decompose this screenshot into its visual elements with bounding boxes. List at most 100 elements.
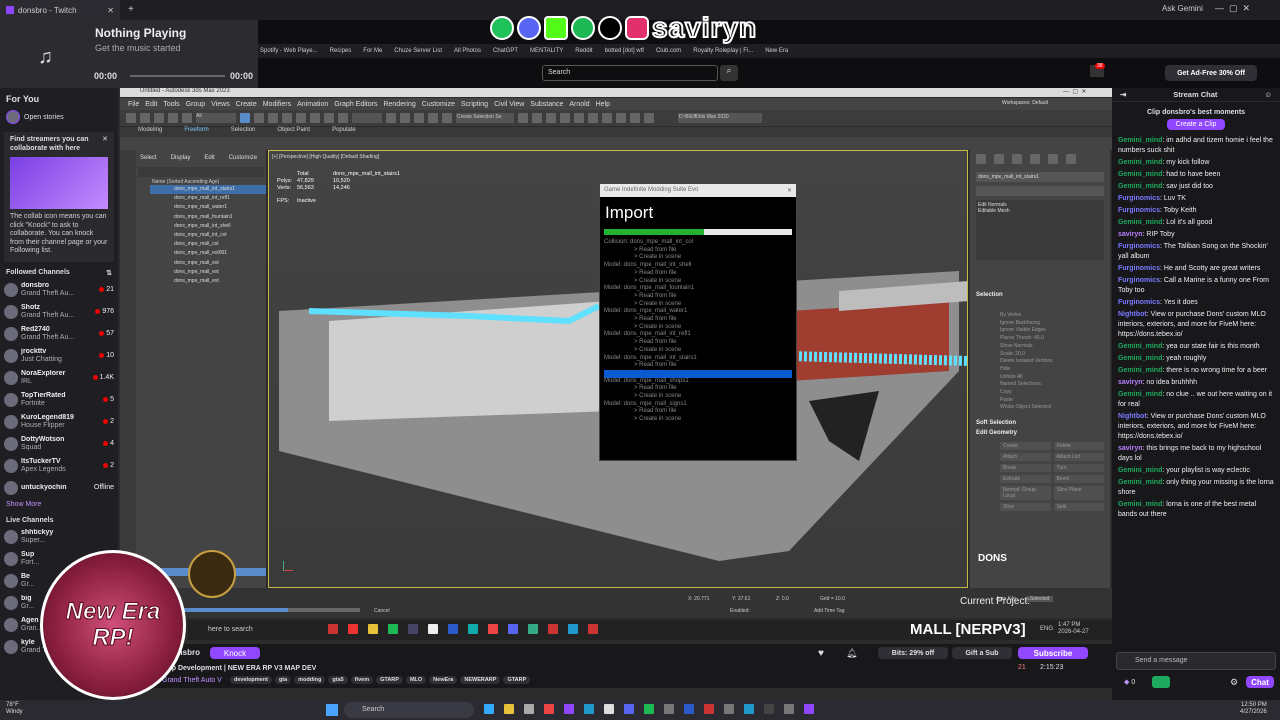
app-icon[interactable] xyxy=(604,704,614,714)
chat-username[interactable]: Gemini_mind xyxy=(1118,183,1162,190)
chat-username[interactable]: Furginomics xyxy=(1118,207,1160,214)
weather-widget[interactable]: 78°F Windy xyxy=(6,702,23,716)
chat-username[interactable]: Gemini_mind xyxy=(1118,355,1162,362)
selection-option[interactable]: Paste xyxy=(1000,397,1104,405)
app-icon[interactable] xyxy=(528,624,538,634)
bookmark[interactable]: ChatGPT xyxy=(493,48,518,54)
scene-menu-item[interactable]: Select xyxy=(140,155,157,161)
chat-username[interactable]: saviryn xyxy=(1118,379,1143,386)
stream-tag[interactable]: NewEra xyxy=(429,676,458,684)
scene-tree-item[interactable]: dons_mpe_mall_int_refl1 xyxy=(150,194,266,203)
sort-icon[interactable]: ⇅ xyxy=(106,269,112,277)
create-clip-button[interactable]: Create a Clip xyxy=(1167,119,1225,130)
render-frame-icon[interactable] xyxy=(630,113,640,123)
geometry-button[interactable]: Delete xyxy=(1053,442,1104,451)
new-tab-icon[interactable]: + xyxy=(128,4,134,15)
geometry-button[interactable]: Attach List xyxy=(1053,453,1104,462)
max-window-controls[interactable]: — ▢ ✕ xyxy=(1063,88,1086,95)
app-icon[interactable] xyxy=(704,704,714,714)
soft-selection-rollout[interactable]: Soft Selection xyxy=(976,420,1104,426)
app-icon[interactable] xyxy=(588,624,598,634)
followed-channel[interactable]: KuroLegend819 House Flipper 2 xyxy=(0,411,118,433)
max-menu-item[interactable]: File xyxy=(128,101,139,108)
move-icon[interactable] xyxy=(296,113,306,123)
rect-select-icon[interactable] xyxy=(268,113,278,123)
selection-rollout[interactable]: Selection xyxy=(976,292,1104,298)
geometry-button[interactable]: Split xyxy=(1053,503,1104,512)
scene-tree-item[interactable]: dons_mpe_mall_int_shell xyxy=(150,222,266,231)
chat-input[interactable]: Send a message xyxy=(1116,652,1276,670)
scene-menu-item[interactable]: Customize xyxy=(229,155,257,161)
bookmark[interactable]: Royalty Roleplay | Fi... xyxy=(693,48,753,54)
scene-menu-item[interactable]: Display xyxy=(171,155,191,161)
channel-points[interactable]: ◆ 0 xyxy=(1124,678,1135,686)
selection-option[interactable]: Named Selections: xyxy=(1000,381,1104,389)
open-stories[interactable]: Open stories xyxy=(0,104,118,130)
chat-username[interactable]: Gemini_mind xyxy=(1118,343,1162,350)
max-menu-item[interactable]: Graph Editors xyxy=(334,101,377,108)
selection-option[interactable]: Scale: 20.0 xyxy=(1000,351,1104,359)
unlink-icon[interactable] xyxy=(168,113,178,123)
max-menu-item[interactable]: Views xyxy=(211,101,230,108)
stream-tag[interactable]: gta5 xyxy=(328,676,348,684)
chat-username[interactable]: Gemini_mind xyxy=(1118,479,1162,486)
taskbar-clock[interactable]: 12:50 PM 4/27/2026 xyxy=(1240,702,1267,716)
chat-username[interactable]: Furginomics xyxy=(1118,265,1160,272)
geometry-button[interactable]: Create xyxy=(1000,442,1051,451)
discord-icon[interactable] xyxy=(508,624,518,634)
object-name-field[interactable]: dons_mpe_mall_int_stairs1 xyxy=(976,172,1104,182)
material-editor-icon[interactable] xyxy=(602,113,612,123)
geometry-button[interactable]: Slice Plane xyxy=(1053,486,1104,501)
subscribe-button[interactable]: Subscribe xyxy=(1018,647,1088,659)
selection-option[interactable]: Ignore Visible Edges xyxy=(1000,327,1104,335)
viewport-label[interactable]: [+] [Perspective] [High Quality] [Defaul… xyxy=(269,151,967,163)
ribbon-tab[interactable]: Freeform xyxy=(184,127,208,137)
app-icon[interactable] xyxy=(568,624,578,634)
scene-tree-item[interactable]: dons_mpe_mall_ext xyxy=(150,268,266,277)
rotate-icon[interactable] xyxy=(310,113,320,123)
app-icon[interactable] xyxy=(664,704,674,714)
selection-option[interactable]: Copy xyxy=(1000,389,1104,397)
geometry-button[interactable]: Turn xyxy=(1053,464,1104,473)
scene-explorer-icon[interactable] xyxy=(560,113,570,123)
stream-tag[interactable]: MLO xyxy=(405,676,427,684)
hierarchy-tab-icon[interactable] xyxy=(1012,154,1022,164)
percent-snap-icon[interactable] xyxy=(428,113,438,123)
select-object-icon[interactable] xyxy=(240,113,250,123)
max-menu-item[interactable]: Customize xyxy=(422,101,455,108)
cancel-button[interactable]: Cancel xyxy=(374,608,390,614)
max-menu-item[interactable]: Help xyxy=(596,101,610,108)
modify-tab-icon[interactable] xyxy=(994,154,1004,164)
max-menu-item[interactable]: Modifiers xyxy=(263,101,291,108)
max-menu-item[interactable]: Scripting xyxy=(461,101,488,108)
chrome-icon[interactable] xyxy=(544,704,554,714)
scene-tree-item[interactable]: dons_mpe_mall_col xyxy=(150,240,266,249)
bookmark[interactable]: For Me xyxy=(363,48,382,54)
chat-username[interactable]: Furginomics xyxy=(1118,195,1160,202)
chat-username[interactable]: Nightbot xyxy=(1118,413,1147,420)
ribbon-tab[interactable]: Populate xyxy=(332,127,356,137)
chat-username[interactable]: saviryn xyxy=(1118,445,1143,452)
render-setup-icon[interactable] xyxy=(616,113,626,123)
followed-channel[interactable]: NoraExplorer IRL 1.4K xyxy=(0,367,118,389)
twitch-icon[interactable] xyxy=(564,704,574,714)
max-menu-item[interactable]: Animation xyxy=(297,101,328,108)
coord-y[interactable]: Y: 37.61 xyxy=(732,596,750,602)
scene-search[interactable] xyxy=(138,167,264,177)
steam-icon[interactable] xyxy=(584,704,594,714)
chat-username[interactable]: Furginomics xyxy=(1118,277,1160,284)
chat-username[interactable]: Gemini_mind xyxy=(1118,391,1162,398)
browser-tab[interactable]: donsbro - Twitch ✕ xyxy=(0,0,120,20)
collapse-icon[interactable]: ⇥ xyxy=(1120,90,1126,99)
bookmark[interactable]: Recipes xyxy=(330,48,352,54)
window-crossing-icon[interactable] xyxy=(282,113,292,123)
render-icon[interactable] xyxy=(644,113,654,123)
app-icon[interactable] xyxy=(784,704,794,714)
angle-snap-icon[interactable] xyxy=(414,113,424,123)
gift-sub-button[interactable]: Gift a Sub xyxy=(952,647,1012,659)
reference-coord-select[interactable] xyxy=(352,113,382,123)
bookmark[interactable]: Chuze Server List xyxy=(394,48,442,54)
stream-tag[interactable]: GTARP xyxy=(503,676,531,684)
layer-icon[interactable] xyxy=(546,113,556,123)
ribbon-tab[interactable]: Selection xyxy=(231,127,256,137)
